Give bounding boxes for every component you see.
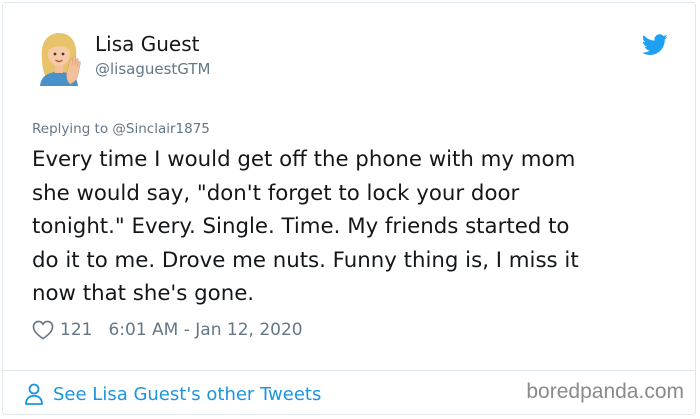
woman-waving-emoji-icon bbox=[40, 33, 81, 86]
reply-prefix: Replying to bbox=[32, 121, 113, 137]
heart-icon[interactable] bbox=[32, 320, 54, 340]
tweet-meta: 121 6:01 AM - Jan 12, 2020 bbox=[32, 318, 303, 342]
person-icon bbox=[25, 383, 43, 405]
tweet-text: Every time I would get off the phone wit… bbox=[32, 147, 579, 306]
divider bbox=[2, 370, 696, 371]
watermark: boredpanda.com bbox=[526, 380, 684, 403]
see-other-tweets-link[interactable]: See Lisa Guest's other Tweets bbox=[24, 381, 321, 407]
author-name[interactable]: Lisa Guest bbox=[95, 32, 199, 56]
author-handle[interactable]: @lisaguestGTM bbox=[95, 60, 211, 78]
replying-to: Replying to @Sinclair1875 bbox=[32, 121, 210, 137]
twitter-bird-icon[interactable] bbox=[642, 34, 668, 56]
see-other-tweets-label: See Lisa Guest's other Tweets bbox=[53, 383, 322, 405]
reply-mention-link[interactable]: @Sinclair1875 bbox=[112, 121, 209, 137]
tweet-timestamp[interactable]: 6:01 AM - Jan 12, 2020 bbox=[108, 320, 302, 340]
like-count[interactable]: 121 bbox=[60, 320, 92, 340]
avatar[interactable] bbox=[36, 30, 82, 86]
